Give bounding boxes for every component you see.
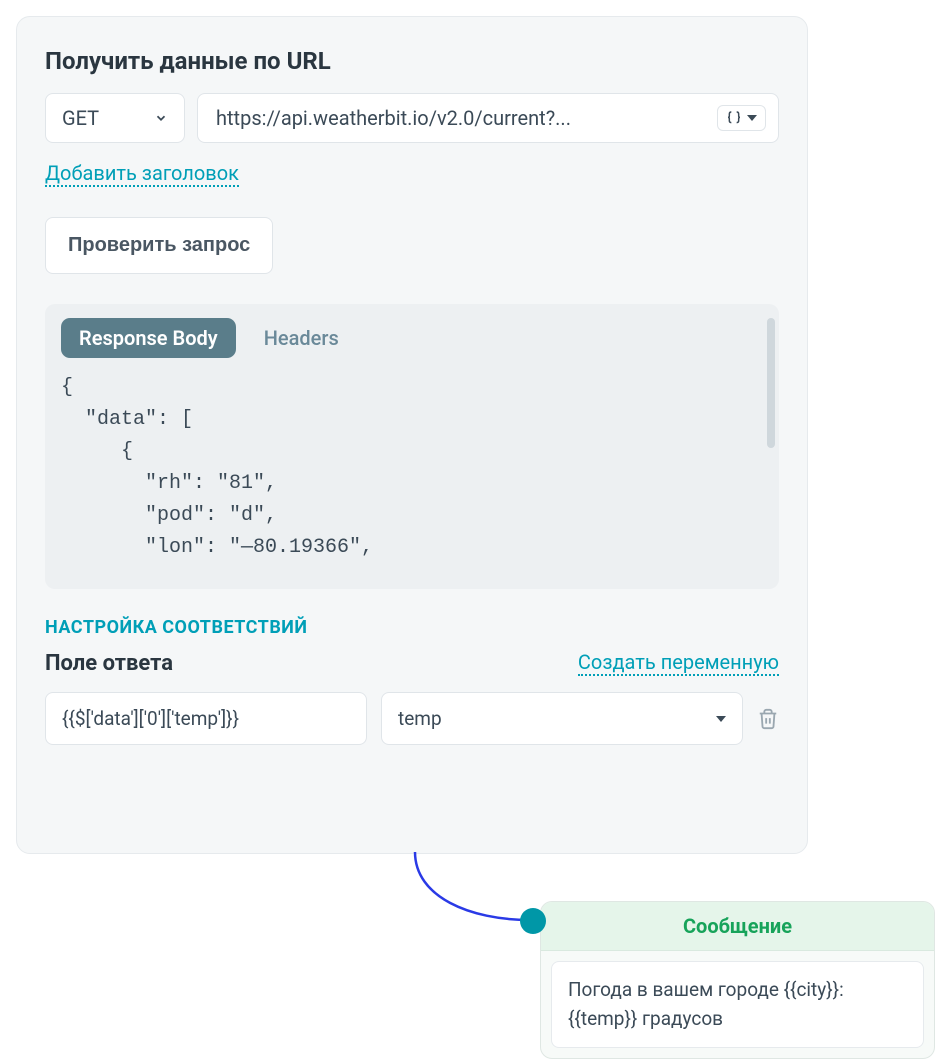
json-path-input[interactable]: {{$['data']['0']['temp']}}: [45, 692, 367, 745]
message-body-wrap: Погода в вашем городе {{city}}: {{temp}}…: [541, 951, 934, 1058]
response-tabs: Response Body Headers: [61, 318, 763, 358]
mapping-section-header: НАСТРОЙКА СООТВЕТСТВИЙ: [45, 617, 779, 638]
caret-down-icon: [716, 716, 726, 722]
response-field-label: Поле ответа: [45, 651, 173, 676]
url-input[interactable]: https://api.weatherbit.io/v2.0/current?.…: [197, 93, 779, 143]
variable-select[interactable]: temp: [381, 692, 743, 745]
response-block: Response Body Headers { "data": [ { "rh"…: [45, 304, 779, 589]
scrollbar-thumb[interactable]: [767, 318, 775, 448]
message-card-title: Сообщение: [541, 902, 934, 951]
request-panel: Получить данные по URL GET https://api.w…: [16, 16, 808, 854]
braces-icon: [726, 110, 742, 126]
insert-variable-button[interactable]: [717, 105, 766, 131]
tab-headers[interactable]: Headers: [246, 318, 357, 358]
url-value: https://api.weatherbit.io/v2.0/current?.…: [216, 106, 709, 130]
create-variable-link[interactable]: Создать переменную: [578, 650, 779, 676]
message-body[interactable]: Погода в вашем городе {{city}}: {{temp}}…: [551, 961, 924, 1048]
flow-node-dot[interactable]: [520, 908, 546, 934]
test-request-button[interactable]: Проверить запрос: [45, 217, 273, 274]
response-code: { "data": [ { "rh": "81", "pod": "d", "l…: [61, 372, 763, 564]
panel-title: Получить данные по URL: [45, 47, 779, 75]
message-card: Сообщение Погода в вашем городе {{city}}…: [540, 901, 935, 1059]
mapping-title-row: Поле ответа Создать переменную: [45, 650, 779, 676]
http-method-select[interactable]: GET: [45, 93, 185, 143]
http-method-value: GET: [62, 106, 99, 130]
chevron-down-icon: [154, 111, 168, 125]
add-header-link[interactable]: Добавить заголовок: [45, 161, 239, 187]
tab-response-body[interactable]: Response Body: [61, 318, 236, 358]
variable-select-value: temp: [398, 707, 442, 730]
mapping-row: {{$['data']['0']['temp']}} temp: [45, 692, 779, 745]
trash-icon[interactable]: [757, 708, 779, 730]
request-row: GET https://api.weatherbit.io/v2.0/curre…: [45, 93, 779, 143]
caret-down-icon: [747, 115, 757, 121]
